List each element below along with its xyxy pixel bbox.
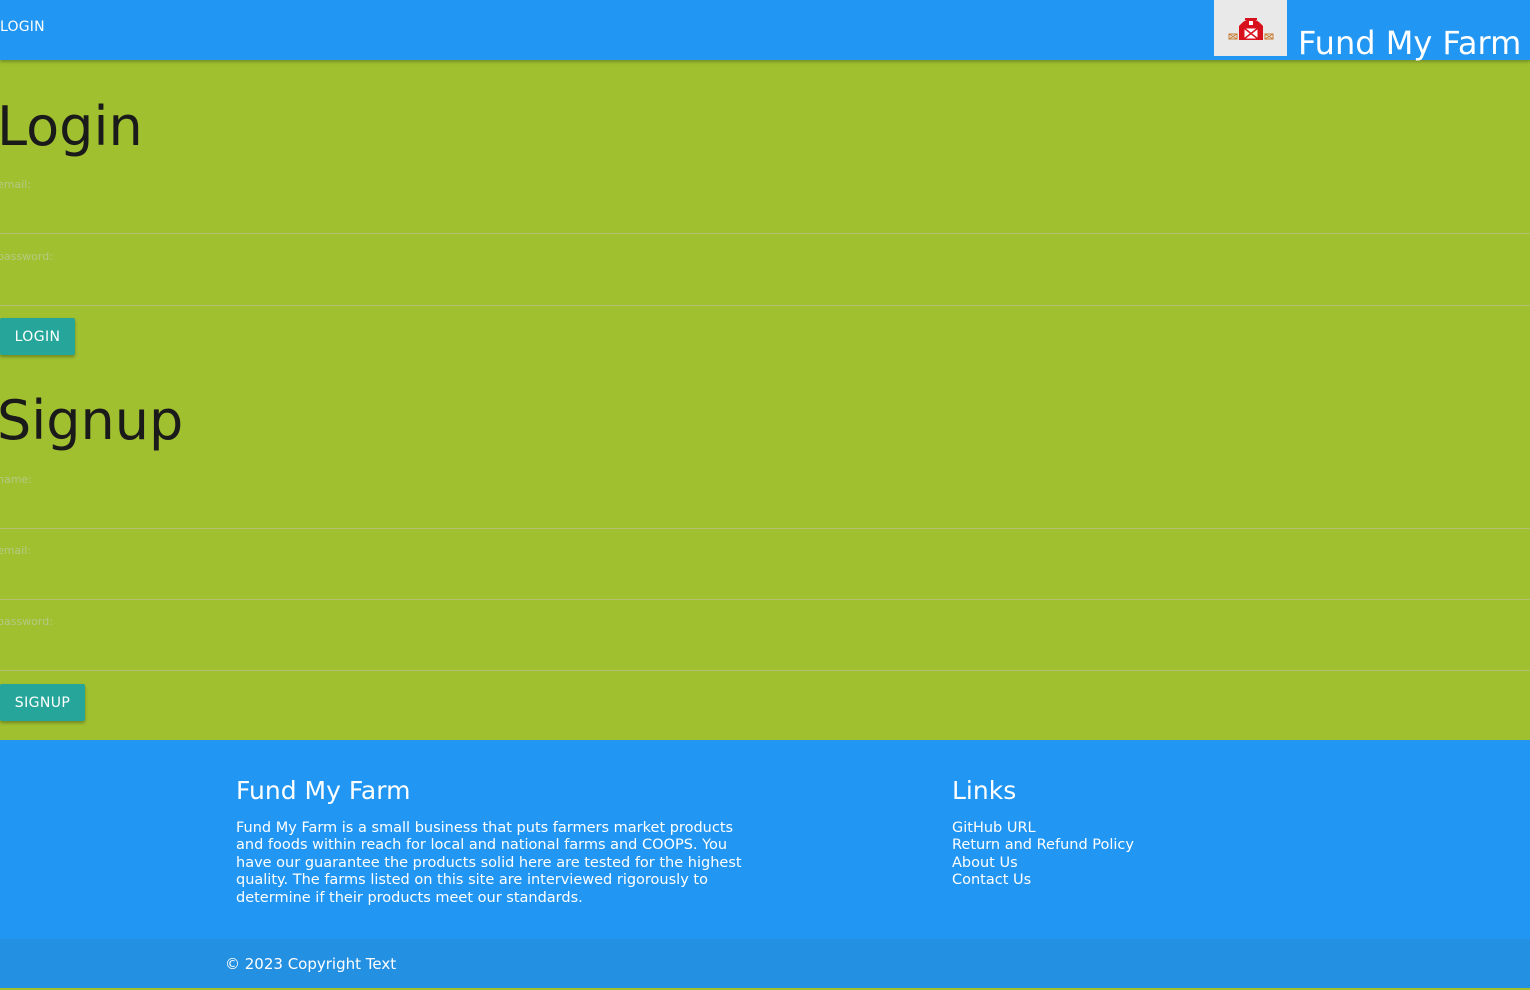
logo[interactable] [1214,0,1287,56]
footer-link-github[interactable]: GitHub URL [952,820,1036,836]
login-password-input[interactable] [0,264,1530,304]
copyright-bar: © 2023 Copyright Text [0,939,1530,990]
login-password-label: password: [0,250,53,263]
login-button[interactable]: LOGIN [0,318,75,355]
top-navbar: LOGIN Fund My Farm [0,0,1530,61]
login-email-input[interactable] [0,192,1530,232]
signup-name-input[interactable] [0,487,1530,527]
signup-password-input[interactable] [0,629,1530,669]
signup-email-input[interactable] [0,558,1530,598]
footer-links-list: GitHub URL Return and Refund Policy Abou… [952,820,1134,890]
copyright-text: © 2023 Copyright Text [225,955,397,973]
footer-link-about-us[interactable]: About Us [952,855,1018,871]
login-heading: Login [0,95,143,158]
footer-title: Fund My Farm [236,776,411,805]
footer-links-title: Links [952,776,1017,805]
brand-title[interactable]: Fund My Farm [1298,25,1521,61]
footer-link-refund-policy[interactable]: Return and Refund Policy [952,837,1134,853]
main-content: Login email: password: LOGIN Signup name… [0,60,1530,740]
login-password-field: password: [0,250,1530,306]
signup-name-field: name: [0,473,1530,529]
signup-email-field: email: [0,544,1530,600]
footer-link-contact-us[interactable]: Contact Us [952,872,1031,888]
signup-heading: Signup [0,389,184,452]
page-footer: Fund My Farm Fund My Farm is a small bus… [0,740,1530,939]
signup-name-label: name: [0,473,32,486]
signup-button[interactable]: SIGNUP [0,684,85,721]
signup-email-label: email: [0,544,32,557]
footer-description: Fund My Farm is a small business that pu… [236,820,742,906]
signup-password-field: password: [0,615,1530,671]
nav-login-link[interactable]: LOGIN [0,19,45,35]
signup-password-label: password: [0,615,53,628]
login-email-field: email: [0,178,1530,234]
login-email-label: email: [0,178,32,191]
barn-icon [1228,18,1273,40]
